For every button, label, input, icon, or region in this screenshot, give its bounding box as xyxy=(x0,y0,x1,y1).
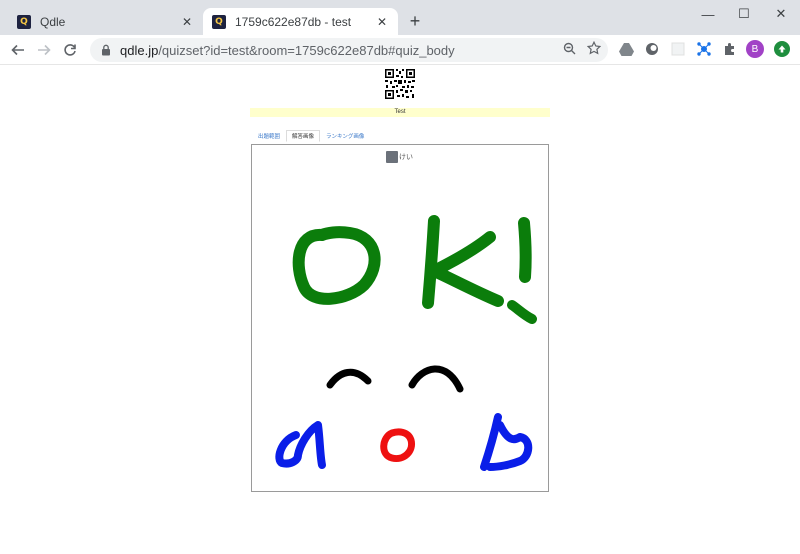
url-path: /quizset?id=test&room=1759c622e87db#quiz… xyxy=(158,42,455,58)
back-button[interactable] xyxy=(6,38,30,62)
drawn-left-hand xyxy=(275,421,326,469)
web-page: Test 出題範囲 解答画像 ランキング画像 けい xyxy=(0,66,800,554)
browser-tab-room[interactable]: Q 1759c622e87db - test ✕ xyxy=(203,8,398,35)
drawn-exclamation-line xyxy=(518,217,532,283)
browser-toolbar: qdle.jp/quizset?id=test&room=1759c622e87… xyxy=(0,35,800,65)
profile-avatar[interactable]: B xyxy=(746,40,764,58)
network-extension-icon[interactable] xyxy=(696,41,712,57)
tab-title: Qdle xyxy=(40,14,66,29)
close-tab-icon[interactable]: ✕ xyxy=(374,14,390,30)
drawn-left-eye xyxy=(326,368,372,389)
update-extension-icon[interactable] xyxy=(774,41,790,57)
close-window-button[interactable]: ✕ xyxy=(758,0,800,28)
browser-tab-qdle[interactable]: Q Qdle ✕ xyxy=(8,8,203,35)
close-tab-icon[interactable]: ✕ xyxy=(179,14,195,30)
drawn-letter-o xyxy=(292,226,381,305)
drawn-letter-k-stem xyxy=(422,215,440,309)
puzzle-extensions-icon[interactable] xyxy=(722,41,738,57)
reload-button[interactable] xyxy=(58,38,82,62)
tab-title: 1759c622e87db - test xyxy=(235,14,352,29)
answer-image-canvas: けい xyxy=(251,144,549,492)
handwritten-drawing xyxy=(275,215,537,471)
reload-icon xyxy=(64,44,76,56)
blank-extension-icon[interactable] xyxy=(670,41,686,57)
url-text: qdle.jp/quizset?id=test&room=1759c622e87… xyxy=(120,43,455,58)
drive-extension-icon[interactable] xyxy=(618,41,634,57)
zoom-icon[interactable] xyxy=(560,39,578,57)
drawn-letter-k-arm xyxy=(428,231,504,307)
bookmark-star-icon[interactable] xyxy=(585,39,603,57)
arrow-right-icon xyxy=(38,44,51,56)
page-tabs: 出題範囲 解答画像 ランキング画像 xyxy=(252,130,370,142)
qr-code-icon xyxy=(384,68,416,100)
arrow-left-icon xyxy=(11,44,24,56)
tab-ranking-image[interactable]: ランキング画像 xyxy=(320,130,370,142)
drawn-exclamation-dot xyxy=(507,300,537,324)
lock-icon[interactable] xyxy=(98,44,114,56)
url-host: qdle.jp xyxy=(120,42,159,58)
room-title: Test xyxy=(250,108,550,117)
qdle-favicon-icon: Q xyxy=(17,14,31,29)
drawn-mouth xyxy=(380,428,416,463)
tab-question-range[interactable]: 出題範囲 xyxy=(252,130,286,142)
new-tab-button[interactable]: + xyxy=(404,10,426,32)
address-bar[interactable]: qdle.jp/quizset?id=test&room=1759c622e87… xyxy=(90,38,608,62)
drawn-right-hand xyxy=(480,413,533,471)
qdle-favicon-icon: Q xyxy=(212,14,226,29)
tab-answer-image[interactable]: 解答画像 xyxy=(286,130,321,142)
tab-strip: Q Qdle ✕ Q 1759c622e87db - test ✕ + — ☐ … xyxy=(0,0,800,35)
circle-extension-icon[interactable] xyxy=(644,41,660,57)
forward-button[interactable] xyxy=(32,38,56,62)
drawn-right-eye xyxy=(408,365,464,393)
